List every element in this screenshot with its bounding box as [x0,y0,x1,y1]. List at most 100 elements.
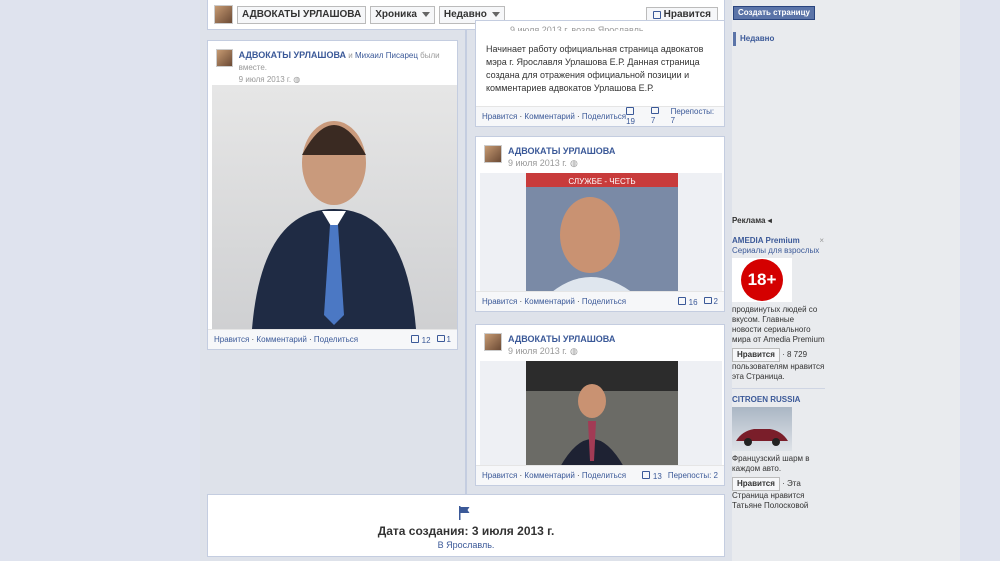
close-icon[interactable]: × [819,236,824,246]
post-left: АДВОКАТЫ УРЛАШОВА и Михаил Писарец были … [207,40,458,350]
created-place-link[interactable]: В Ярославль. [208,540,724,550]
comment-action[interactable]: Комментарий [524,297,574,306]
like-action[interactable]: Нравится [482,112,517,121]
like-count[interactable]: 12 [410,334,431,345]
post-actions: Нравится · Комментарий · Поделиться 12 1 [208,329,457,349]
share-action[interactable]: Поделиться [314,335,358,344]
ads-section: Реклама ◂ AMEDIA Premium × Сериалы для в… [732,216,825,511]
like-count[interactable]: 13 [641,470,662,481]
author-avatar[interactable] [216,49,233,67]
tagged-person-link[interactable]: Михаил Писарец [355,51,418,60]
like-label: Нравится [663,9,711,20]
share-action[interactable]: Поделиться [582,112,626,121]
post-actions: Нравится · Комментарий · Поделиться 19 7… [476,106,724,126]
right-column: Создать страницу Недавно Реклама ◂ AMEDI… [732,0,825,561]
post-photo-2: АДВОКАТЫ УРЛАШОВА 9 июля 2013 г. ◍ СЛУЖБ… [475,136,725,312]
globe-icon: ◍ [293,75,301,84]
thumb-up-icon [410,334,419,343]
share-count[interactable]: Перепосты: 7 [671,107,718,126]
left-gutter [0,0,200,561]
comment-icon [703,296,712,304]
post-photo[interactable]: СЛУЖБЕ - ЧЕСТЬ [480,173,722,297]
ad-like-text: пользователям нравится эта Страница. [732,362,825,381]
comment-count[interactable]: 1 [436,334,451,345]
age-badge: 18+ [741,259,783,301]
like-action[interactable]: Нравится [214,335,249,344]
timeline-spine [465,30,467,495]
ad-like-button[interactable]: Нравится [732,477,780,491]
comment-icon [650,107,659,114]
like-action[interactable]: Нравится [482,297,517,306]
chevron-down-icon [491,12,500,17]
photo-image: СЛУЖБЕ - ЧЕСТЬ [526,173,678,297]
post-actions: Нравится · Комментарий · Поделиться 16 2 [476,291,724,311]
post-actions: Нравится · Комментарий · Поделиться 13 П… [476,465,724,485]
author-link[interactable]: АДВОКАТЫ УРЛАШОВА [508,146,615,156]
comment-count[interactable]: 2 [703,296,718,307]
post-text: 9 июля 2013 г. возле Ярославль Начинает … [475,20,725,127]
thumb-up-icon [677,296,686,305]
created-title: Дата создания: 3 июля 2013 г. [377,524,555,538]
comment-action[interactable]: Комментарий [524,471,574,480]
photo-image [526,361,678,467]
chevron-down-icon [421,12,430,17]
ad-like-button[interactable]: Нравится [732,348,780,362]
post-date[interactable]: 9 июля 2013 г. [239,75,291,84]
right-gutter [960,0,1000,561]
sign-text: СЛУЖБЕ - ЧЕСТЬ [568,177,635,186]
conjunction: и [348,51,353,60]
share-count[interactable]: Перепосты: 2 [668,471,718,481]
comment-action[interactable]: Комментарий [524,112,574,121]
author-link[interactable]: АДВОКАТЫ УРЛАШОВА [508,334,615,344]
globe-icon: ◍ [569,346,578,356]
author-avatar[interactable] [484,145,502,163]
ad-subtitle[interactable]: Сериалы для взрослых [732,246,825,256]
ad-title[interactable]: AMEDIA Premium [732,236,800,245]
nav-recent-link[interactable]: Недавно [733,32,774,46]
ad-image[interactable]: 18+ [732,258,792,302]
post-photo[interactable] [480,361,722,467]
ad-text: продвинутых людей со вкусом. Главные нов… [732,305,825,344]
post-date[interactable]: 9 июля 2013 г. [508,158,567,168]
timeline-label: Хроника [375,9,417,20]
timeline-dropdown[interactable]: Хроника [370,5,435,24]
car-image [736,429,788,446]
ad-title[interactable]: CITROEN RUSSIA [732,395,825,405]
thumb-up-icon [652,10,661,19]
post-photo[interactable] [212,85,457,329]
ad-like-count: · 8 729 [782,350,808,359]
thumb-up-icon [641,470,650,479]
ad-likers-text: Страница нравится Татьяне Полосковой [732,491,809,510]
like-action[interactable]: Нравится [482,471,517,480]
portrait-image [252,121,416,329]
share-action[interactable]: Поделиться [582,471,626,480]
thumb-up-icon [626,107,635,115]
comment-count[interactable]: 7 [650,107,665,126]
share-action[interactable]: Поделиться [582,297,626,306]
post-photo-3: АДВОКАТЫ УРЛАШОВА 9 июля 2013 г. ◍ Нрави… [475,324,725,486]
post-body-text: Начинает работу официальная страница адв… [486,44,704,93]
like-count[interactable]: 19 [626,107,645,126]
author-avatar[interactable] [484,333,502,351]
sort-label: Недавно [443,9,487,20]
comment-icon [436,334,445,342]
create-page-button[interactable]: Создать страницу [733,6,815,20]
ad-text: Французский шарм в каждом авто. [732,454,810,473]
megaphone-icon: ◂ [767,216,772,225]
ads-header: Реклама ◂ [732,216,772,225]
created-milestone: Дата создания: 3 июля 2013 г. В Ярославл… [207,494,725,557]
ad-image[interactable] [732,407,792,451]
post-header-partial: 9 июля 2013 г. возле Ярославль [510,25,644,31]
page-avatar[interactable] [214,5,233,24]
globe-icon: ◍ [569,158,578,168]
page-name: АДВОКАТЫ УРЛАШОВА [242,9,362,20]
flag-icon [459,506,470,520]
ad-amedia: AMEDIA Premium × Сериалы для взрослых 18… [732,236,825,389]
post-date[interactable]: 9 июля 2013 г. [508,346,567,356]
comment-action[interactable]: Комментарий [256,335,306,344]
ad-like-tail: · Эта [782,479,801,488]
ad-citroen: CITROEN RUSSIA Французский шарм в каждом… [732,395,825,511]
page-name-chip[interactable]: АДВОКАТЫ УРЛАШОВА [237,5,367,24]
like-count[interactable]: 16 [677,296,698,307]
author-link[interactable]: АДВОКАТЫ УРЛАШОВА [239,50,346,60]
